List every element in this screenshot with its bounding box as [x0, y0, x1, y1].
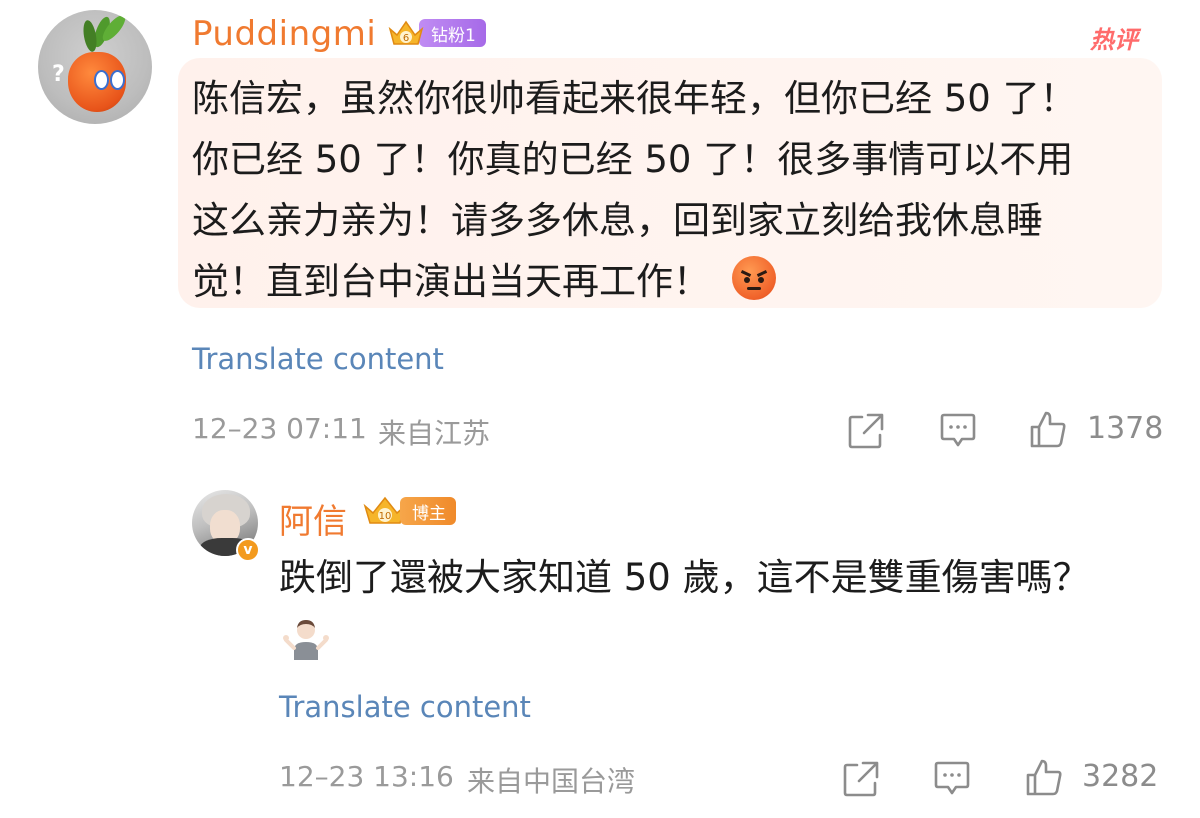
- comment-line: 陈信宏，虽然你很帅看起来很年轻，但你已经 50 了！: [192, 77, 1077, 120]
- share-icon[interactable]: [846, 411, 886, 451]
- commenter-username[interactable]: Puddingmi: [192, 14, 376, 54]
- comment-line: 你已经 50 了！你真的已经 50 了！很多事情可以不用: [192, 138, 1074, 181]
- badge-label: 钻粉1: [419, 19, 486, 47]
- comment-line: 觉！直到台中演出当天再工作！: [192, 251, 1152, 312]
- comment-icon[interactable]: [938, 411, 978, 451]
- comment-date: 12–23 07:11: [192, 412, 367, 445]
- comment-icon[interactable]: [932, 759, 972, 799]
- person-shrugging-icon: [283, 620, 329, 660]
- translate-link[interactable]: Translate content: [192, 342, 444, 376]
- badge-level-text: 10: [379, 511, 392, 522]
- commenter-avatar[interactable]: ?: [38, 10, 152, 124]
- translate-link[interactable]: Translate content: [279, 690, 531, 724]
- comment-location: 来自江苏: [378, 417, 491, 450]
- like-icon[interactable]: [1024, 757, 1064, 797]
- comment-body: 陈信宏，虽然你很帅看起来很年轻，但你已经 50 了！ 你已经 50 了！你真的已…: [192, 68, 1152, 312]
- badge-level-text: 6: [403, 33, 409, 44]
- fan-level-badge[interactable]: 6 钻粉1: [387, 16, 488, 50]
- share-icon[interactable]: [841, 759, 881, 799]
- author-badge[interactable]: 10 博主: [362, 494, 456, 528]
- like-count: 3282: [1082, 759, 1159, 794]
- reply-username[interactable]: 阿信: [279, 494, 347, 543]
- angry-face-icon: [732, 256, 776, 300]
- like-count: 1378: [1087, 411, 1164, 446]
- crown-icon: 6: [388, 20, 424, 45]
- reply-date: 12–23 13:16: [279, 760, 454, 793]
- badge-label: 博主: [400, 497, 456, 525]
- like-icon[interactable]: [1028, 409, 1068, 449]
- verified-icon: v: [236, 538, 260, 562]
- comment-line: 这么亲力亲为！请多多休息，回到家立刻给我休息睡: [192, 199, 1043, 242]
- hot-comment-tag: 热评: [1090, 26, 1138, 54]
- reply-body: 跌倒了還被大家知道 50 歲，這不是雙重傷害嗎？: [279, 556, 1090, 599]
- reply-location: 来自中国台湾: [467, 765, 636, 798]
